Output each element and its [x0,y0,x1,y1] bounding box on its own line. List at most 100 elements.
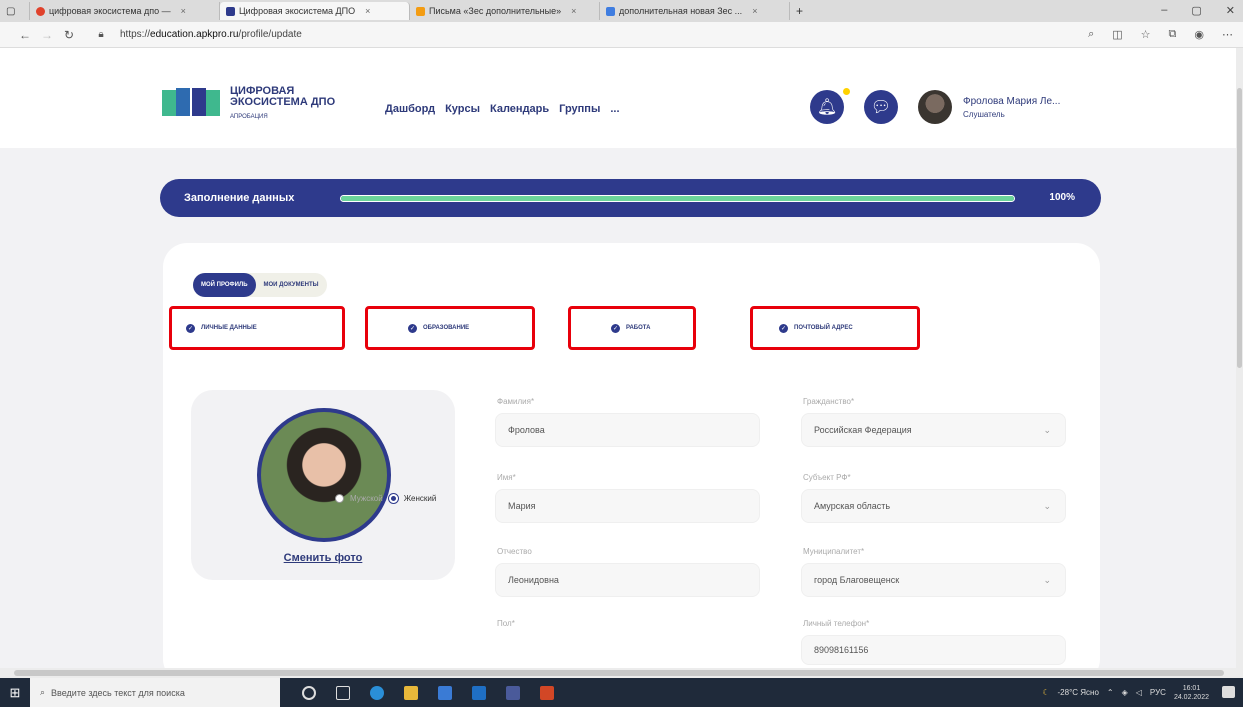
step-work[interactable]: ✓ РАБОТА [568,306,696,350]
user-name[interactable]: Фролова Мария Ле... [963,96,1060,107]
phone-field[interactable]: 89098161156 [801,635,1066,665]
tab-my-documents[interactable]: МОИ ДОКУМЕНТЫ [256,273,327,297]
more-icon[interactable]: ⋯ [1222,28,1233,41]
chat-bubble-icon: 💬︎ [870,99,892,116]
edge-icon[interactable] [370,685,384,700]
task-view-icon[interactable] [336,685,350,700]
avatar[interactable] [918,90,952,124]
nav-groups[interactable]: Группы [559,103,600,115]
taskbar-apps [302,685,554,700]
tab-my-profile[interactable]: МОЙ ПРОФИЛЬ [193,273,256,297]
field-value: Российская Федерация [814,425,912,435]
scrollbar-thumb[interactable] [1237,88,1242,368]
bell-icon: 🔔︎ [816,99,838,116]
citizenship-label: Гражданство* [803,397,855,406]
search-icon: ⌕ [40,687,46,697]
close-window-icon[interactable]: ✕ [1226,4,1235,17]
nav-more[interactable]: ... [610,103,619,115]
photos-icon[interactable] [506,685,520,700]
site-header: ЦИФРОВАЯ ЭКОСИСТЕМА ДПО АПРОБАЦИЯ Дашбор… [0,48,1236,148]
step-label: ОБРАЗОВАНИЕ [423,325,470,331]
step-personal-data[interactable]: ✓ ЛИЧНЫЕ ДАННЫЕ [169,306,345,350]
name-field[interactable]: Мария [495,489,760,523]
browser-tab-1[interactable]: цифровая экосистема дпо — × [30,2,220,20]
gender-female-label[interactable]: Женский [404,494,437,503]
tab-workspaces[interactable]: ▢ [0,2,30,20]
notifications-button[interactable]: 🔔︎ [810,90,844,124]
reader-icon[interactable]: ◫ [1112,28,1122,41]
collections-icon[interactable]: ⧉ [1169,28,1177,41]
clock[interactable]: 16:01 24.02.2022 [1174,684,1209,702]
taskbar-search[interactable]: ⌕ Введите здесь текст для поиска [30,678,280,707]
surname-field[interactable]: Фролова [495,413,760,447]
vertical-scrollbar[interactable] [1236,48,1243,668]
gender-male-label[interactable]: Мужской [350,494,383,503]
scrollbar-thumb[interactable] [14,670,1224,676]
citizenship-select[interactable]: Российская Федерация ⌄ [801,413,1066,447]
nav-calendar[interactable]: Календарь [490,103,549,115]
step-education[interactable]: ✓ ОБРАЗОВАНИЕ [365,306,535,350]
notification-center-icon[interactable] [1222,686,1235,698]
profile-tabs: МОЙ ПРОФИЛЬ МОИ ДОКУМЕНТЫ [193,273,327,297]
nav-dashboard[interactable]: Дашборд [385,103,435,115]
maximize-icon[interactable]: ▢ [1191,4,1201,17]
tab-title: Цифровая экосистема ДПО [239,6,356,16]
region-select[interactable]: Амурская область ⌄ [801,489,1066,523]
search-icon[interactable]: ⌕ [1088,28,1094,41]
chevron-down-icon: ⌄ [1043,501,1051,511]
gender-male-radio[interactable] [335,494,344,503]
tab-title: дополнительная новая Зес ... [619,6,743,16]
close-tab-icon[interactable]: × [571,6,576,16]
system-tray: ☾ -28°C Ясно ⌃ ◈ ◁ РУС 16:01 24.02.2022 [1042,678,1209,707]
progress-percent: 100% [1049,192,1075,203]
lang-indicator[interactable]: РУС [1150,688,1166,697]
check-icon: ✓ [779,323,788,333]
change-photo-link[interactable]: Сменить фото [191,552,455,564]
weather-text[interactable]: -28°C Ясно [1058,688,1099,697]
browser-tab-bar: ▢ цифровая экосистема дпо — × Цифровая э… [0,0,1243,22]
new-tab-button[interactable]: + [790,2,809,20]
forward-icon[interactable]: → [36,28,58,42]
profile-icon[interactable]: ◉ [1194,28,1204,41]
nav-courses[interactable]: Курсы [445,103,480,115]
municipality-select[interactable]: город Благовещенск ⌄ [801,563,1066,597]
back-icon[interactable]: ← [14,28,36,42]
store-icon[interactable] [438,685,452,700]
gender-female-radio[interactable] [388,494,398,503]
horizontal-scrollbar[interactable] [0,668,1243,678]
browser-tab-4[interactable]: дополнительная новая Зес ... × [600,2,790,20]
chevron-down-icon: ⌄ [1043,425,1051,435]
refresh-icon[interactable]: ↻ [58,28,80,42]
volume-icon[interactable]: ◁ [1136,688,1142,697]
favorite-star-icon[interactable]: ☆ [1141,28,1151,41]
powerpoint-icon[interactable] [540,685,554,700]
cortana-icon[interactable] [302,685,316,700]
close-tab-icon[interactable]: × [365,6,370,16]
phone-label: Личный телефон* [803,619,870,628]
close-tab-icon[interactable]: × [752,6,757,16]
step-label: ЛИЧНЫЕ ДАННЫЕ [201,325,257,331]
tab-favicon-icon [226,6,235,16]
url-prefix: https:// [120,29,151,40]
tray-chevron-icon[interactable]: ⌃ [1107,688,1114,697]
patronymic-field[interactable]: Леонидовна [495,563,760,597]
close-tab-icon[interactable]: × [181,6,186,16]
messages-button[interactable]: 💬︎ [864,90,898,124]
patronymic-label: Отчество [497,547,532,556]
browser-tab-3[interactable]: Письма «Зес дополнительные» × [410,2,600,20]
window-controls: – ▢ ✕ [1161,4,1235,17]
data-completion-progress: Заполнение данных 100% [160,179,1101,217]
browser-tab-2[interactable]: Цифровая экосистема ДПО × [220,2,410,20]
minimize-icon[interactable]: – [1161,4,1167,17]
network-icon[interactable]: ◈ [1122,688,1128,697]
check-icon: ✓ [186,323,195,333]
logo-line-2: ЭКОСИСТЕМА ДПО [230,96,336,108]
clock-time: 16:01 [1182,684,1201,692]
explorer-icon[interactable] [404,685,418,700]
step-postal-address[interactable]: ✓ ПОЧТОВЫЙ АДРЕС [750,306,920,350]
windows-start-icon[interactable]: ⊞ [0,678,30,707]
step-label: ПОЧТОВЫЙ АДРЕС [794,325,853,331]
url-field[interactable]: https://education.apkpro.ru/profile/upda… [120,29,302,40]
profile-photo [257,408,391,542]
mail-icon[interactable] [472,685,486,700]
